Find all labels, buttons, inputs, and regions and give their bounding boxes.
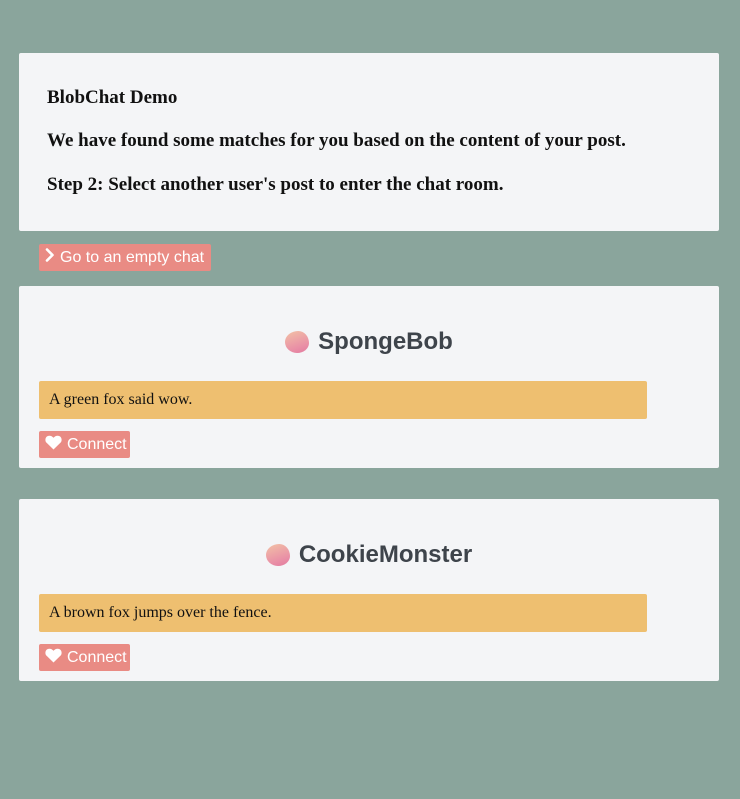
step-instruction: Step 2: Select another user's post to en… [47,174,504,195]
user-header: SpongeBob [19,328,719,356]
post-content: A green fox said wow. [39,381,647,419]
connect-button[interactable]: Connect [39,644,130,671]
header-card: BlobChat Demo We have found some matches… [19,53,719,231]
heart-icon [45,435,62,455]
connect-label: Connect [67,435,127,453]
heart-icon [45,648,62,668]
username: SpongeBob [318,328,453,355]
match-card[interactable]: SpongeBob A green fox said wow. Connect [19,286,719,468]
connect-button[interactable]: Connect [39,431,130,458]
chevron-right-icon [45,248,55,267]
blob-avatar-icon [265,544,290,566]
match-message: We have found some matches for you based… [47,130,626,151]
connect-label: Connect [67,648,127,666]
go-to-empty-chat-button[interactable]: Go to an empty chat [39,244,211,271]
app-title: BlobChat Demo [47,87,178,108]
blob-avatar-icon [285,331,310,353]
go-to-empty-chat-label: Go to an empty chat [60,248,205,266]
user-header: CookieMonster [19,541,719,569]
username: CookieMonster [298,541,473,568]
match-card[interactable]: CookieMonster A brown fox jumps over the… [19,499,719,681]
post-content: A brown fox jumps over the fence. [39,594,647,632]
